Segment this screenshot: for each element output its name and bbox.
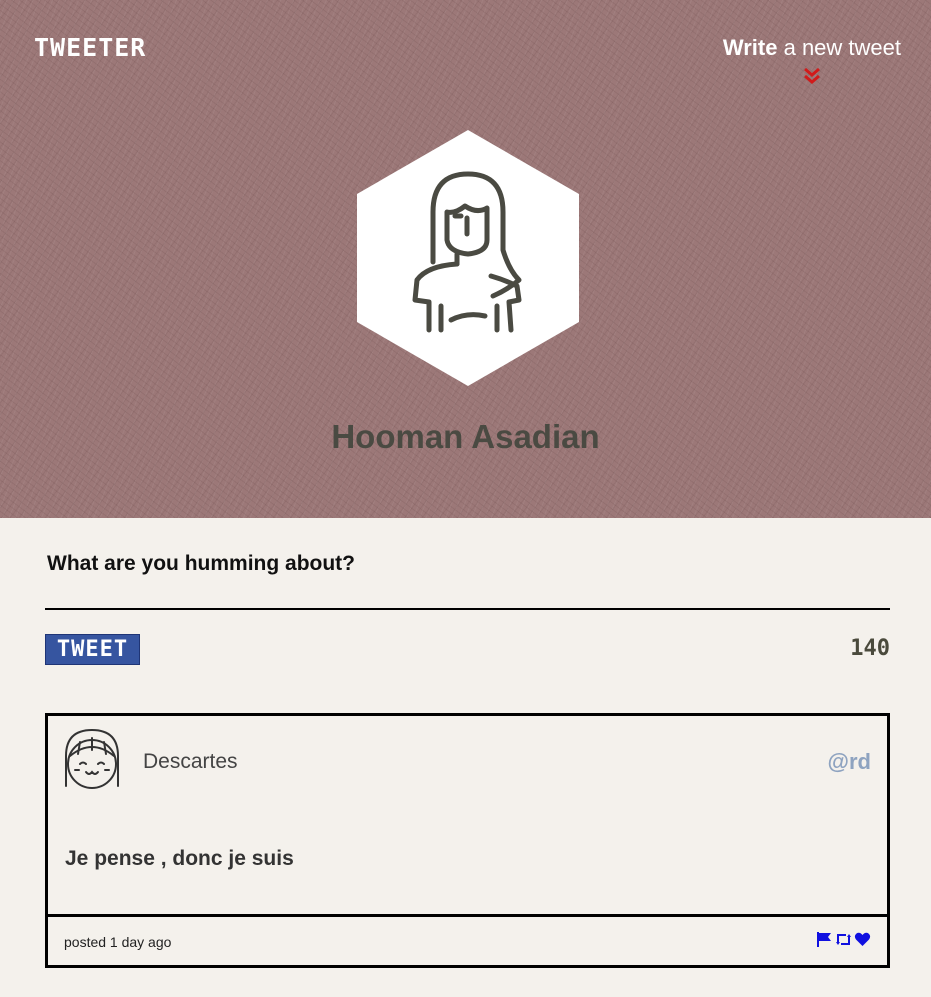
flag-icon[interactable] [816, 931, 833, 948]
tweet-button[interactable]: TWEET [45, 634, 140, 665]
retweet-icon[interactable] [835, 931, 852, 948]
profile-avatar [357, 130, 579, 386]
write-new-tweet-link[interactable]: Write a new tweet [723, 35, 901, 61]
tweet-footer: posted 1 day ago [48, 914, 887, 965]
character-counter: 140 [850, 636, 890, 661]
tweet-author: Descartes [143, 750, 238, 773]
write-link-strong: Write [722, 35, 778, 60]
tweet-card: Descartes @rd Je pense , donc je suis po… [45, 713, 890, 968]
app-logo[interactable]: TWEETER [34, 33, 146, 62]
tweet-actions [816, 931, 871, 948]
profile-name: Hooman Asadian [331, 418, 600, 455]
girl-avatar-icon [62, 726, 122, 792]
tweet-handle[interactable]: @rd [828, 749, 871, 775]
tweet-text: Je pense , donc je suis [65, 847, 294, 870]
woman-avatar-icon [357, 130, 579, 386]
double-chevron-down-icon[interactable] [802, 66, 822, 86]
write-link-rest: a new tweet [777, 35, 901, 60]
tweet-input[interactable] [45, 540, 890, 610]
heart-icon[interactable] [854, 931, 871, 948]
profile-header: TWEETER Write a new tweet Hooman Asadian [0, 0, 931, 518]
posted-time: posted 1 day ago [64, 934, 172, 950]
tweet-composer: TWEET 140 [45, 540, 890, 665]
